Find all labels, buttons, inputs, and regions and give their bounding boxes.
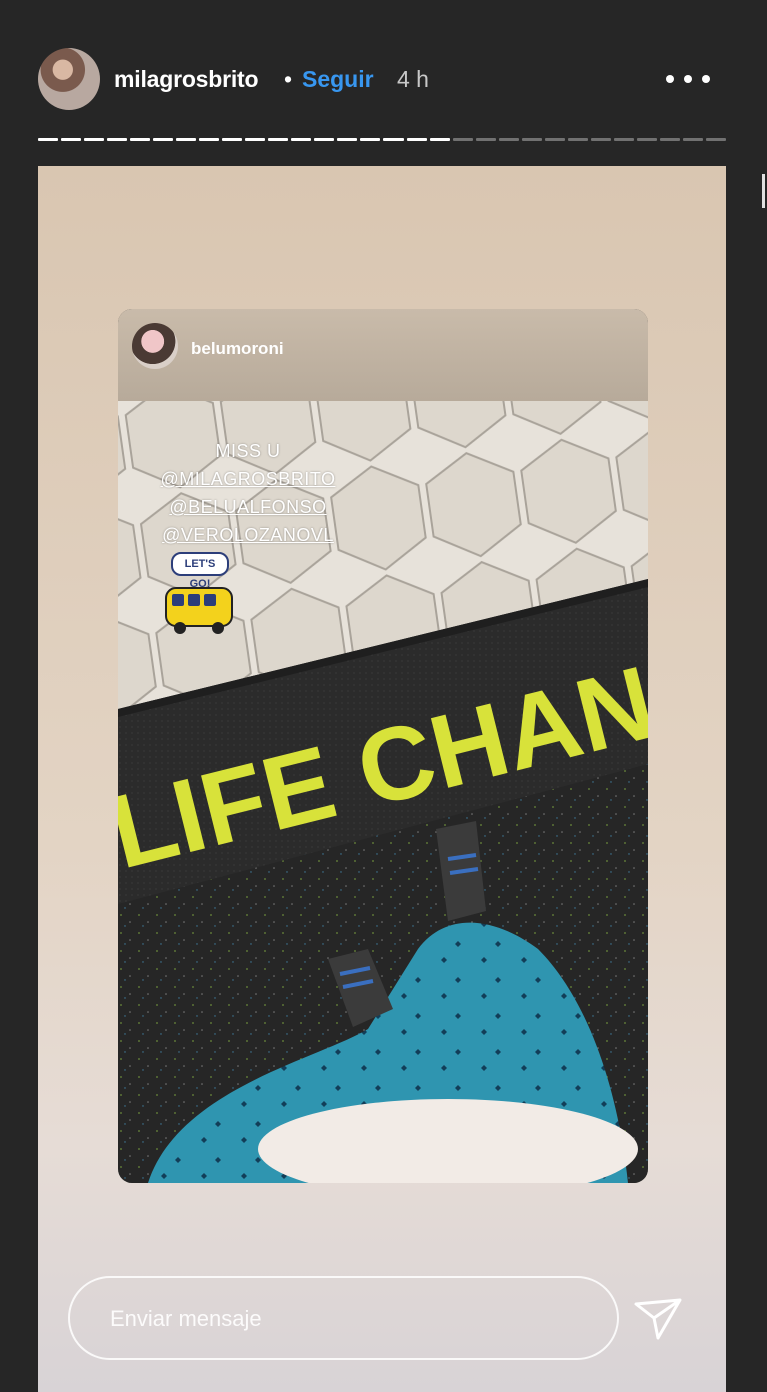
progress-segment bbox=[38, 138, 59, 141]
more-dot bbox=[702, 75, 710, 83]
progress-segment bbox=[61, 138, 82, 141]
progress-segment bbox=[406, 138, 427, 141]
progress-segment bbox=[452, 138, 473, 141]
story-header: milagrosbrito • Seguir 4 h bbox=[0, 0, 767, 130]
progress-segment bbox=[590, 138, 611, 141]
progress-segment bbox=[383, 138, 404, 141]
mention-milagrosbrito[interactable]: @MILAGROSBRITO bbox=[118, 465, 378, 493]
avatar[interactable] bbox=[38, 48, 100, 110]
reply-input[interactable]: Enviar mensaje bbox=[68, 1276, 619, 1360]
shared-post-header: belumoroni bbox=[118, 309, 648, 401]
follow-button[interactable]: Seguir bbox=[302, 66, 374, 93]
send-paper-plane-icon[interactable] bbox=[632, 1292, 684, 1344]
progress-segment bbox=[291, 138, 312, 141]
progress-segment bbox=[521, 138, 542, 141]
progress-segment bbox=[636, 138, 657, 141]
progress-segment bbox=[429, 138, 450, 141]
progress-segment bbox=[567, 138, 588, 141]
progress-segment bbox=[268, 138, 289, 141]
more-dot bbox=[684, 75, 692, 83]
sticker-label: LET'S GO! bbox=[171, 552, 229, 590]
username[interactable]: milagrosbrito bbox=[114, 66, 259, 93]
progress-segment bbox=[84, 138, 105, 141]
progress-segment bbox=[107, 138, 128, 141]
progress-segment bbox=[314, 138, 335, 141]
mention-verolozanovl[interactable]: @VEROLOZANOVL bbox=[118, 521, 378, 549]
progress-segment bbox=[222, 138, 243, 141]
progress-segment bbox=[153, 138, 174, 141]
progress-segment bbox=[176, 138, 197, 141]
progress-segment bbox=[245, 138, 266, 141]
mention-belualfonso[interactable]: @BELUALFONSO bbox=[118, 493, 378, 521]
progress-segment bbox=[199, 138, 220, 141]
progress-segment bbox=[659, 138, 680, 141]
story-content[interactable]: belumoroni LIFE CHANGE MISS U @MILAGROSB… bbox=[38, 166, 726, 1392]
reply-placeholder: Enviar mensaje bbox=[110, 1306, 262, 1331]
separator-dot: • bbox=[284, 66, 293, 92]
progress-segment bbox=[544, 138, 565, 141]
more-dot bbox=[666, 75, 674, 83]
bus-icon bbox=[165, 587, 233, 634]
progress-segment bbox=[475, 138, 496, 141]
shared-post-username[interactable]: belumoroni bbox=[191, 339, 284, 359]
shared-post-card[interactable]: belumoroni LIFE CHANGE MISS U @MILAGROSB… bbox=[118, 309, 648, 1183]
progress-segment bbox=[682, 138, 703, 141]
caption-line: MISS U bbox=[215, 441, 281, 461]
lets-go-sticker: LET'S GO! bbox=[162, 552, 236, 642]
progress-segment bbox=[498, 138, 519, 141]
progress-segment bbox=[360, 138, 381, 141]
progress-segment bbox=[613, 138, 634, 141]
story-progress-bar bbox=[38, 138, 726, 143]
story-caption: MISS U @MILAGROSBRITO @BELUALFONSO @VERO… bbox=[118, 437, 378, 549]
progress-segment bbox=[130, 138, 151, 141]
post-time: 4 h bbox=[397, 66, 429, 92]
next-story-edge-icon[interactable] bbox=[756, 174, 767, 208]
shared-post-avatar bbox=[132, 323, 178, 369]
more-options-icon[interactable] bbox=[666, 66, 710, 92]
progress-segment bbox=[337, 138, 358, 141]
progress-segment bbox=[705, 138, 726, 141]
